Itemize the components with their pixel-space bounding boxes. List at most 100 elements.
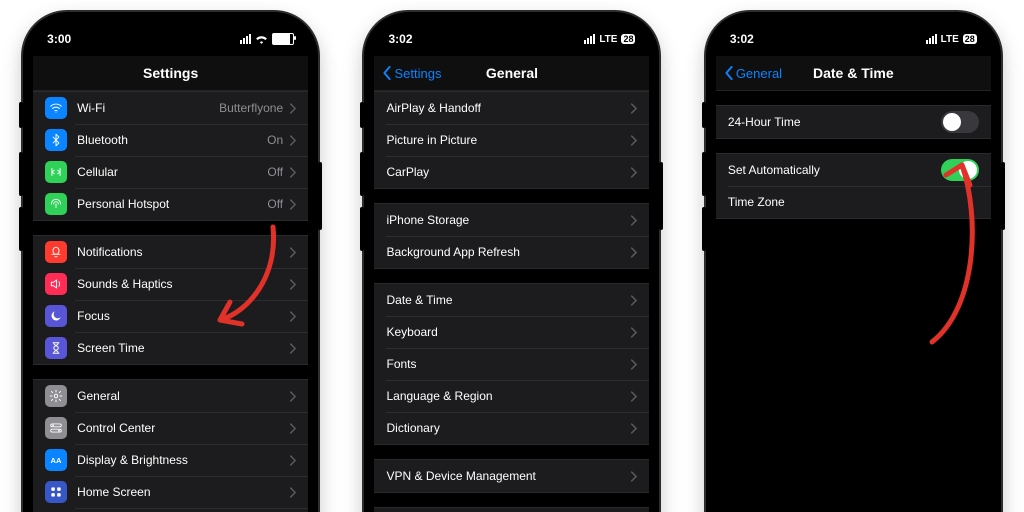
row-label: CarPlay: [386, 165, 630, 179]
chevron-right-icon: [289, 311, 296, 322]
navbar-datetime: General Date & Time: [716, 56, 991, 91]
chevron-right-icon: [289, 487, 296, 498]
row-24-hour-time[interactable]: 24-Hour Time: [716, 106, 991, 138]
row-label: Dictionary: [386, 421, 630, 435]
navbar-settings: Settings: [33, 56, 308, 91]
row-label: Date & Time: [386, 293, 630, 307]
chevron-right-icon: [630, 247, 637, 258]
annotation-arrow-icon: [902, 147, 987, 347]
lte-label: LTE: [941, 34, 959, 45]
chevron-right-icon: [630, 167, 637, 178]
sounds-icon: [45, 273, 67, 295]
back-label: General: [736, 66, 782, 81]
row-value: Off: [267, 165, 283, 179]
status-time: 3:02: [730, 32, 754, 46]
settings-row[interactable]: BluetoothOn: [33, 124, 308, 156]
chevron-right-icon: [289, 103, 296, 114]
chevron-right-icon: [289, 135, 296, 146]
settings-row[interactable]: Personal HotspotOff: [33, 188, 308, 220]
chevron-right-icon: [630, 327, 637, 338]
chevron-right-icon: [289, 343, 296, 354]
chevron-right-icon: [289, 391, 296, 402]
chevron-right-icon: [630, 103, 637, 114]
chevron-right-icon: [289, 167, 296, 178]
general-row[interactable]: VPN & Device Management: [374, 460, 649, 492]
chevron-right-icon: [630, 471, 637, 482]
chevron-right-icon: [289, 247, 296, 258]
focus-icon: [45, 305, 67, 327]
battery-icon: [272, 33, 294, 45]
settings-row[interactable]: AA Display & Brightness: [33, 444, 308, 476]
svg-text:AA: AA: [51, 456, 62, 465]
row-label: iPhone Storage: [386, 213, 630, 227]
phone-date-time: 3:02 LTE 28 General Date & Time 24-Hour …: [706, 12, 1001, 512]
general-row[interactable]: CarPlay: [374, 156, 649, 188]
row-label: Picture in Picture: [386, 133, 630, 147]
notifications-icon: [45, 241, 67, 263]
general-row[interactable]: Dictionary: [374, 412, 649, 444]
settings-row[interactable]: CellularOff: [33, 156, 308, 188]
screentime-icon: [45, 337, 67, 359]
signal-icon: [926, 34, 937, 44]
row-label: Personal Hotspot: [77, 197, 267, 211]
phone-general: 3:02 LTE 28 Settings General AirPlay & H…: [364, 12, 659, 512]
annotation-arrow-icon: [208, 222, 288, 332]
signal-icon: [240, 34, 251, 44]
general-icon: [45, 385, 67, 407]
display-icon: AA: [45, 449, 67, 471]
row-label: Home Screen: [77, 485, 289, 499]
page-title: General: [486, 65, 538, 81]
general-row[interactable]: Picture in Picture: [374, 124, 649, 156]
chevron-right-icon: [630, 135, 637, 146]
home-screen-icon: [45, 481, 67, 503]
general-row[interactable]: Date & Time: [374, 284, 649, 316]
chevron-right-icon: [630, 391, 637, 402]
toggle-24-hour[interactable]: [941, 111, 979, 133]
general-row[interactable]: iPhone Storage: [374, 204, 649, 236]
chevron-right-icon: [630, 423, 637, 434]
hotspot-icon: [45, 193, 67, 215]
row-label: Cellular: [77, 165, 267, 179]
general-list[interactable]: AirPlay & Handoff Picture in Picture CarPl…: [374, 91, 649, 512]
status-time: 3:00: [47, 32, 71, 46]
settings-row[interactable]: Accessibility: [33, 508, 308, 512]
row-label: Control Center: [77, 421, 289, 435]
row-label: Wi-Fi: [77, 101, 219, 115]
settings-row[interactable]: Control Center: [33, 412, 308, 444]
row-label: General: [77, 389, 289, 403]
chevron-right-icon: [289, 423, 296, 434]
settings-row[interactable]: Home Screen: [33, 476, 308, 508]
settings-row[interactable]: General: [33, 380, 308, 412]
general-row[interactable]: AirPlay & Handoff: [374, 92, 649, 124]
wifi-icon: [45, 97, 67, 119]
row-label: Background App Refresh: [386, 245, 630, 259]
row-label: 24-Hour Time: [728, 115, 941, 129]
row-label: Fonts: [386, 357, 630, 371]
general-row[interactable]: Fonts: [374, 348, 649, 380]
row-label: VPN & Device Management: [386, 469, 630, 483]
back-button[interactable]: General: [724, 66, 782, 81]
settings-row[interactable]: Wi-FiButterflyone: [33, 92, 308, 124]
chevron-right-icon: [289, 199, 296, 210]
page-title: Date & Time: [813, 65, 894, 81]
wifi-status-icon: [255, 34, 268, 44]
row-label: Display & Brightness: [77, 453, 289, 467]
lte-label: LTE: [599, 34, 617, 45]
row-label: Language & Region: [386, 389, 630, 403]
back-button[interactable]: Settings: [382, 66, 441, 81]
settings-row[interactable]: Screen Time: [33, 332, 308, 364]
general-row[interactable]: Legal & Regulatory: [374, 508, 649, 512]
back-label: Settings: [394, 66, 441, 81]
chevron-right-icon: [630, 215, 637, 226]
chevron-right-icon: [630, 295, 637, 306]
general-row[interactable]: Background App Refresh: [374, 236, 649, 268]
status-time: 3:02: [388, 32, 412, 46]
row-label: Bluetooth: [77, 133, 267, 147]
row-label: Screen Time: [77, 341, 289, 355]
general-row[interactable]: Language & Region: [374, 380, 649, 412]
chevron-right-icon: [289, 455, 296, 466]
row-value: Butterflyone: [219, 101, 283, 115]
chevron-right-icon: [289, 279, 296, 290]
control-center-icon: [45, 417, 67, 439]
general-row[interactable]: Keyboard: [374, 316, 649, 348]
